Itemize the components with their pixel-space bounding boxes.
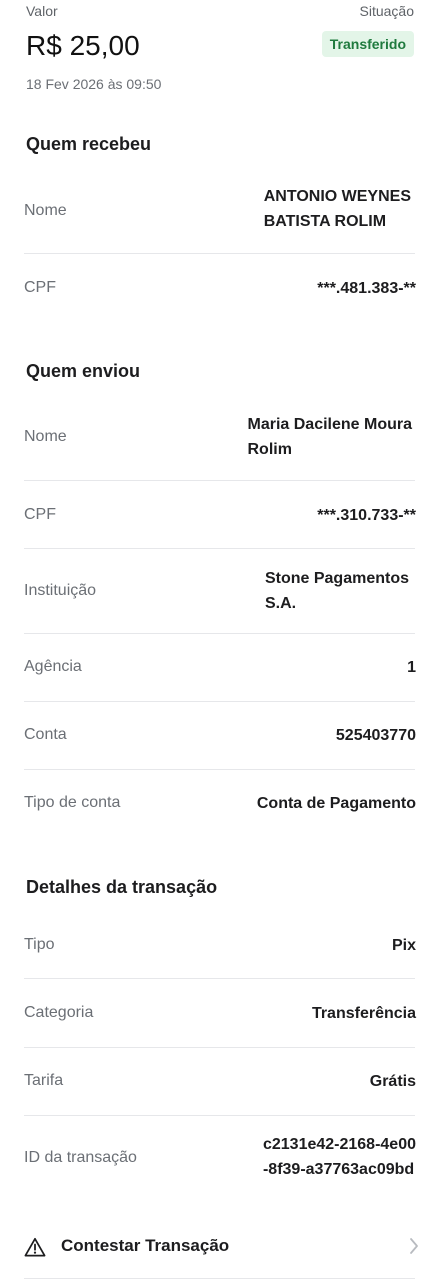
row-label: Tarifa <box>24 1072 64 1089</box>
value-line: Maria Dacilene Moura <box>247 416 413 433</box>
row-value: 1 <box>407 659 416 676</box>
row-label: Tipo <box>24 936 55 953</box>
row-detalhes-categoria: Categoria Transferência <box>0 1001 439 1031</box>
value-line: ANTONIO WEYNES <box>263 188 411 205</box>
divider <box>24 701 415 702</box>
row-value: Conta de Pagamento <box>256 795 416 812</box>
situacao-label: Situação <box>359 3 414 19</box>
row-value: ***.481.383-** <box>317 280 416 297</box>
row-label: Conta <box>24 726 67 743</box>
row-label: Nome <box>24 428 67 445</box>
valor-label: Valor <box>26 3 58 19</box>
divider <box>24 480 415 481</box>
row-label: Categoria <box>24 1004 94 1021</box>
status-badge: Transferido <box>321 31 414 57</box>
row-enviou-instituicao: Instituição Stone Pagamentos S.A. <box>0 566 439 626</box>
row-value: Pix <box>391 937 416 954</box>
row-recebeu-nome: Nome ANTONIO WEYNES BATISTA ROLIM <box>0 184 439 244</box>
row-label: Nome <box>24 202 67 219</box>
section-title-enviou: Quem enviou <box>26 361 141 381</box>
value-line: -8f39-a37763ac09bd <box>262 1161 415 1178</box>
row-recebeu-cpf: CPF ***.481.383-** <box>0 276 439 306</box>
row-enviou-tipo-conta: Tipo de conta Conta de Pagamento <box>0 791 439 821</box>
row-enviou-cpf: CPF ***.310.733-** <box>0 503 439 533</box>
row-value: Maria Dacilene Moura Rolim <box>248 412 413 462</box>
row-value: ANTONIO WEYNES BATISTA ROLIM <box>264 184 411 234</box>
divider <box>24 1047 415 1048</box>
row-enviou-nome: Nome Maria Dacilene Moura Rolim <box>0 412 439 472</box>
contest-transaction-button[interactable]: Contestar Transação <box>0 1228 439 1268</box>
row-enviou-conta: Conta 525403770 <box>0 723 439 753</box>
value-line: Stone Pagamentos <box>264 570 409 587</box>
warning-triangle-icon <box>24 1237 46 1257</box>
row-detalhes-tipo: Tipo Pix <box>0 933 439 963</box>
amount-value: R$ 25,00 <box>26 30 140 61</box>
value-line: Rolim <box>247 441 292 458</box>
row-value: ***.310.733-** <box>317 507 416 524</box>
contest-transaction-label: Contestar Transação <box>61 1236 230 1255</box>
row-label: Instituição <box>24 582 97 599</box>
divider <box>24 253 415 254</box>
row-label: ID da transação <box>24 1149 137 1166</box>
divider <box>24 769 415 770</box>
row-value: 525403770 <box>335 727 416 744</box>
row-label: CPF <box>24 279 56 296</box>
row-detalhes-id: ID da transação c2131e42-2168-4e00 -8f39… <box>0 1132 439 1192</box>
section-title-detalhes: Detalhes da transação <box>26 877 218 897</box>
value-line: S.A. <box>264 595 297 612</box>
value-line: BATISTA ROLIM <box>263 213 387 230</box>
row-label: CPF <box>24 506 56 523</box>
row-label: Tipo de conta <box>24 794 121 811</box>
divider <box>24 978 415 979</box>
value-line: c2131e42-2168-4e00 <box>262 1136 416 1153</box>
divider <box>24 548 415 549</box>
row-label: Agência <box>24 658 82 675</box>
row-enviou-agencia: Agência 1 <box>0 655 439 685</box>
section-title-recebeu: Quem recebeu <box>26 134 152 154</box>
row-value: Grátis <box>369 1073 416 1090</box>
row-value: Transferência <box>311 1005 416 1022</box>
row-value: Stone Pagamentos S.A. <box>265 566 409 616</box>
divider <box>24 1278 415 1279</box>
row-detalhes-tarifa: Tarifa Grátis <box>0 1069 439 1099</box>
transaction-datetime: 18 Fev 2026 às 09:50 <box>26 76 162 92</box>
divider <box>24 1115 415 1116</box>
chevron-right-icon <box>410 1238 418 1254</box>
divider <box>24 633 415 634</box>
row-value: c2131e42-2168-4e00 -8f39-a37763ac09bd <box>263 1132 416 1182</box>
